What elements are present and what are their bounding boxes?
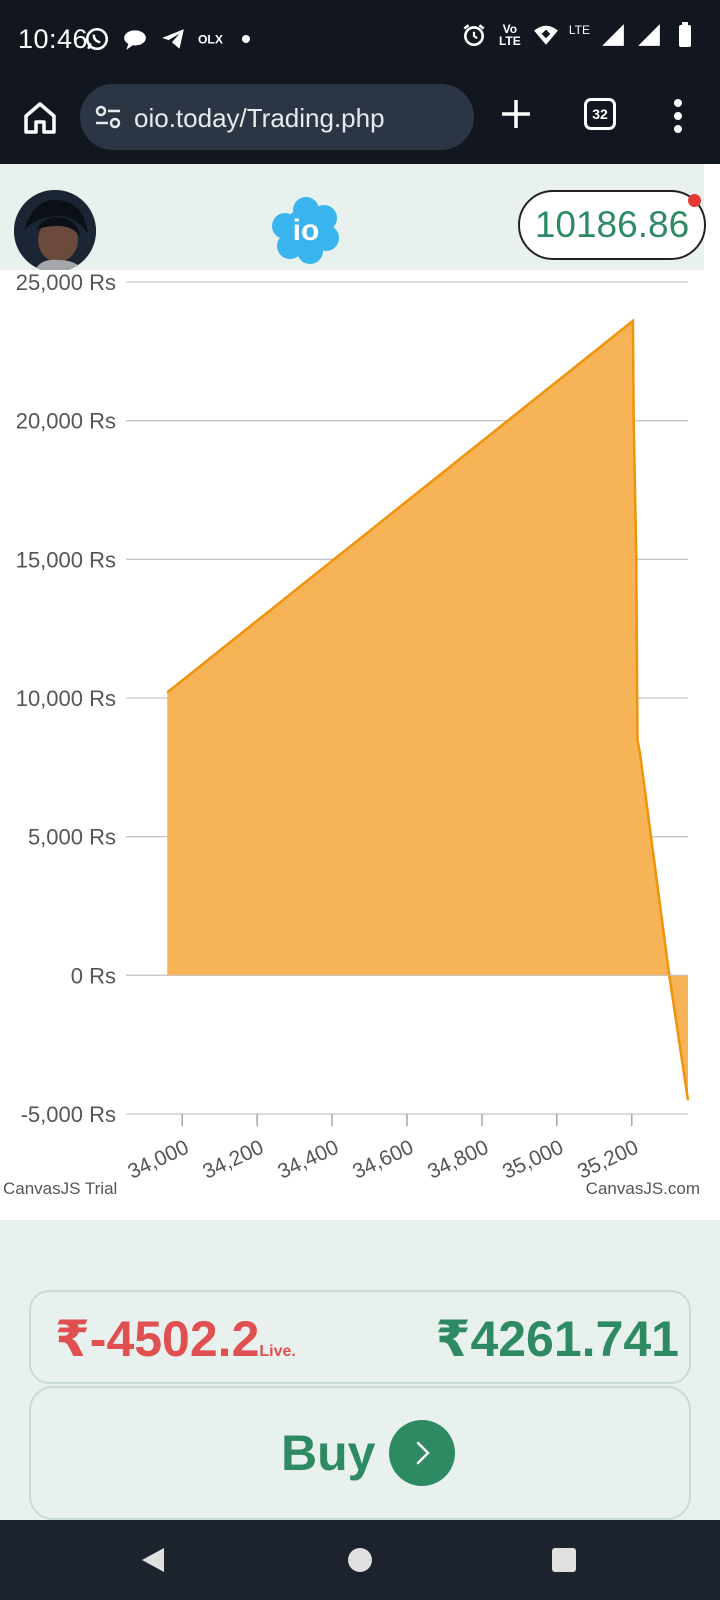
navigation-bar <box>0 1520 720 1600</box>
chat-icon <box>124 30 146 50</box>
y-tick-label: -5,000 Rs <box>21 1102 116 1127</box>
chevron-right-icon <box>416 1441 430 1465</box>
balance-chart: 25,000 Rs 20,000 Rs 15,000 Rs 10,000 Rs 5,00… <box>0 270 704 1220</box>
current-value: ₹4261.741 <box>435 1311 679 1367</box>
wallet-balance[interactable]: 10186.86 <box>518 190 706 260</box>
buy-arrow-button[interactable] <box>389 1420 455 1486</box>
recents-icon[interactable] <box>552 1548 576 1572</box>
notification-icons: OLX <box>84 26 250 52</box>
home-icon[interactable] <box>20 98 60 138</box>
tab-switcher-button[interactable]: 32 <box>584 98 616 130</box>
url-text[interactable]: oio.today/Trading.php <box>134 103 385 134</box>
status-time: 10:46 <box>18 24 89 54</box>
avatar[interactable] <box>14 190 96 272</box>
pnl-amount: ₹-4502.2 <box>55 1311 260 1367</box>
signal-icon <box>638 24 660 46</box>
battery-icon <box>679 22 691 47</box>
browser-toolbar: oio.today/Trading.php 32 <box>0 76 720 164</box>
svg-text:OLX: OLX <box>198 32 223 46</box>
logo-text: io <box>293 214 320 247</box>
app-logo: io <box>272 197 339 264</box>
dot-icon <box>242 35 250 43</box>
y-tick-label: 5,000 Rs <box>28 825 116 850</box>
more-menu-icon[interactable] <box>672 98 684 134</box>
olx-icon: OLX <box>198 32 223 46</box>
address-bar[interactable]: oio.today/Trading.php <box>80 84 474 150</box>
y-tick-label: 20,000 Rs <box>16 409 116 434</box>
y-tick-label: 10,000 Rs <box>16 686 116 711</box>
buy-label[interactable]: Buy <box>281 1424 375 1482</box>
pnl-value: ₹-4502.2Live. <box>55 1310 296 1368</box>
new-tab-icon[interactable] <box>498 96 534 132</box>
watermark-left: CanvasJS Trial <box>3 1179 117 1198</box>
status-bar: 10:46 OLX Vo LTE LTE <box>0 0 720 76</box>
y-tick-label: 0 Rs <box>71 963 116 988</box>
network-type-label: LTE <box>568 23 590 37</box>
y-tick-label: 25,000 Rs <box>16 270 116 295</box>
watermark-right: CanvasJS.com <box>586 1179 700 1198</box>
avatar-image <box>14 190 96 272</box>
buy-button[interactable]: Buy <box>29 1386 691 1520</box>
whatsapp-icon <box>85 27 109 51</box>
back-icon[interactable] <box>138 1544 168 1576</box>
home-nav-icon[interactable] <box>348 1548 372 1572</box>
volte-icon: Vo LTE <box>498 22 521 48</box>
live-label: Live. <box>259 1343 296 1360</box>
site-settings-icon[interactable] <box>94 104 122 130</box>
pnl-card: ₹-4502.2Live. ₹4261.741 <box>29 1290 691 1384</box>
signal-icon <box>602 24 624 46</box>
alarm-icon <box>463 24 485 47</box>
y-tick-label: 15,000 Rs <box>16 547 116 572</box>
notification-dot <box>688 194 701 207</box>
telegram-icon <box>162 29 184 49</box>
system-icons: Vo LTE LTE <box>461 22 698 48</box>
wifi-icon <box>533 25 558 45</box>
